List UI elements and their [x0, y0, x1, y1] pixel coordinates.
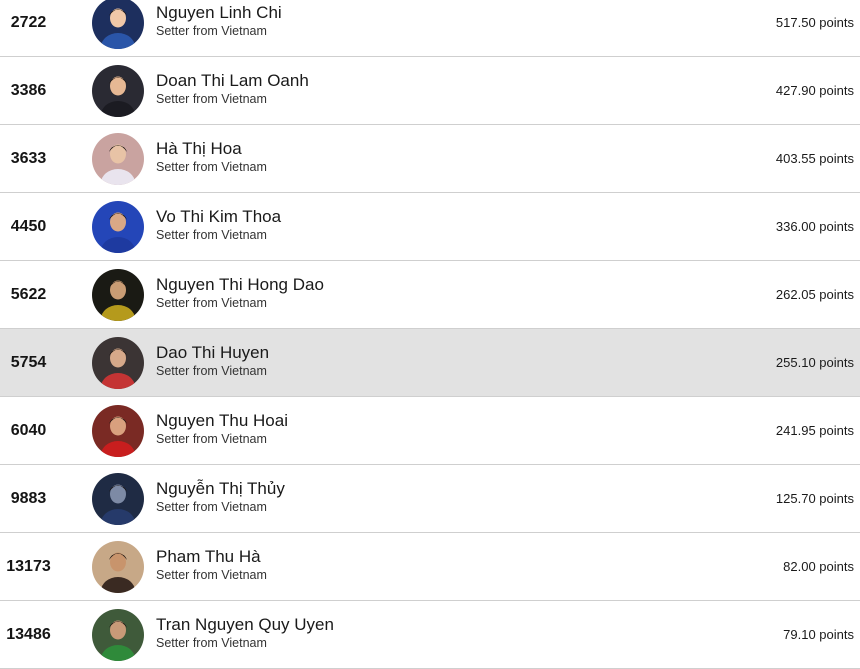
player-name[interactable]: Doan Thi Lam Oanh [156, 71, 309, 91]
points-value: 241.95 points [775, 423, 854, 438]
avatar[interactable] [92, 337, 144, 389]
list-item[interactable]: 3633 Hà Thị Hoa Setter from Vietnam 403.55 … [0, 125, 860, 193]
rank-number: 13486 [6, 626, 51, 643]
list-item[interactable]: 9883 Nguyễn Thị Thủy Setter from Vietnam 12… [0, 465, 860, 533]
rank-number: 9883 [10, 490, 47, 507]
points-value: 336.00 points [775, 219, 854, 234]
points-value: 255.10 points [775, 355, 854, 370]
avatar[interactable] [92, 269, 144, 321]
rank-number: 2722 [10, 14, 47, 31]
avatar[interactable] [92, 541, 144, 593]
player-role: Setter from Vietnam [156, 92, 267, 106]
points-value: 517.50 points [775, 15, 854, 30]
player-role: Setter from Vietnam [156, 636, 267, 650]
list-item[interactable]: 13173 Pham Thu Hà Setter from Vietnam 82.00… [0, 533, 860, 601]
rank-number: 5622 [10, 286, 47, 303]
avatar[interactable] [92, 405, 144, 457]
player-role: Setter from Vietnam [156, 432, 267, 446]
list-item[interactable]: 6040 Nguyen Thu Hoai Setter from Vietnam 24… [0, 397, 860, 465]
player-name[interactable]: Dao Thi Huyen [156, 343, 269, 363]
rankings-list: 2722 Nguyen Linh Chi Setter from Vietnam 51… [0, 0, 860, 669]
player-name[interactable]: Nguyen Thi Hong Dao [156, 275, 324, 295]
list-item[interactable]: 5754 Dao Thi Huyen Setter from Vietnam 255.… [0, 329, 860, 397]
list-item[interactable]: 5622 Nguyen Thi Hong Dao Setter from Vietn… [0, 261, 860, 329]
points-value: 403.55 points [775, 151, 854, 166]
rank-number: 13173 [6, 558, 51, 575]
avatar[interactable] [92, 65, 144, 117]
player-role: Setter from Vietnam [156, 160, 267, 174]
rank-number: 3386 [10, 82, 47, 99]
player-name[interactable]: Nguyen Thu Hoai [156, 411, 288, 431]
player-name[interactable]: Hà Thị Hoa [156, 139, 242, 159]
list-item[interactable]: 2722 Nguyen Linh Chi Setter from Vietnam 51… [0, 0, 860, 57]
player-role: Setter from Vietnam [156, 228, 267, 242]
avatar[interactable] [92, 0, 144, 49]
player-name[interactable]: Nguyễn Thị Thủy [156, 479, 285, 499]
player-role: Setter from Vietnam [156, 296, 267, 310]
rank-number: 5754 [10, 354, 47, 371]
points-value: 262.05 points [775, 287, 854, 302]
player-name[interactable]: Tran Nguyen Quy Uyen [156, 615, 334, 635]
player-name[interactable]: Nguyen Linh Chi [156, 3, 282, 23]
list-item[interactable]: 4450 Vo Thi Kim Thoa Setter from Vietnam 33… [0, 193, 860, 261]
list-item[interactable]: 3386 Doan Thi Lam Oanh Setter from Vietnam… [0, 57, 860, 125]
player-role: Setter from Vietnam [156, 568, 267, 582]
avatar[interactable] [92, 473, 144, 525]
rank-number: 6040 [10, 422, 47, 439]
player-role: Setter from Vietnam [156, 364, 267, 378]
points-value: 427.90 points [775, 83, 854, 98]
points-value: 79.10 points [783, 627, 854, 642]
avatar[interactable] [92, 609, 144, 661]
player-role: Setter from Vietnam [156, 500, 267, 514]
points-value: 82.00 points [783, 559, 854, 574]
player-name[interactable]: Pham Thu Hà [156, 547, 261, 567]
avatar[interactable] [92, 133, 144, 185]
player-role: Setter from Vietnam [156, 24, 267, 38]
rank-number: 4450 [10, 218, 47, 235]
avatar[interactable] [92, 201, 144, 253]
list-item[interactable]: 13486 Tran Nguyen Quy Uyen Setter from Vie… [0, 601, 860, 669]
rank-number: 3633 [10, 150, 47, 167]
player-name[interactable]: Vo Thi Kim Thoa [156, 207, 281, 227]
points-value: 125.70 points [775, 491, 854, 506]
